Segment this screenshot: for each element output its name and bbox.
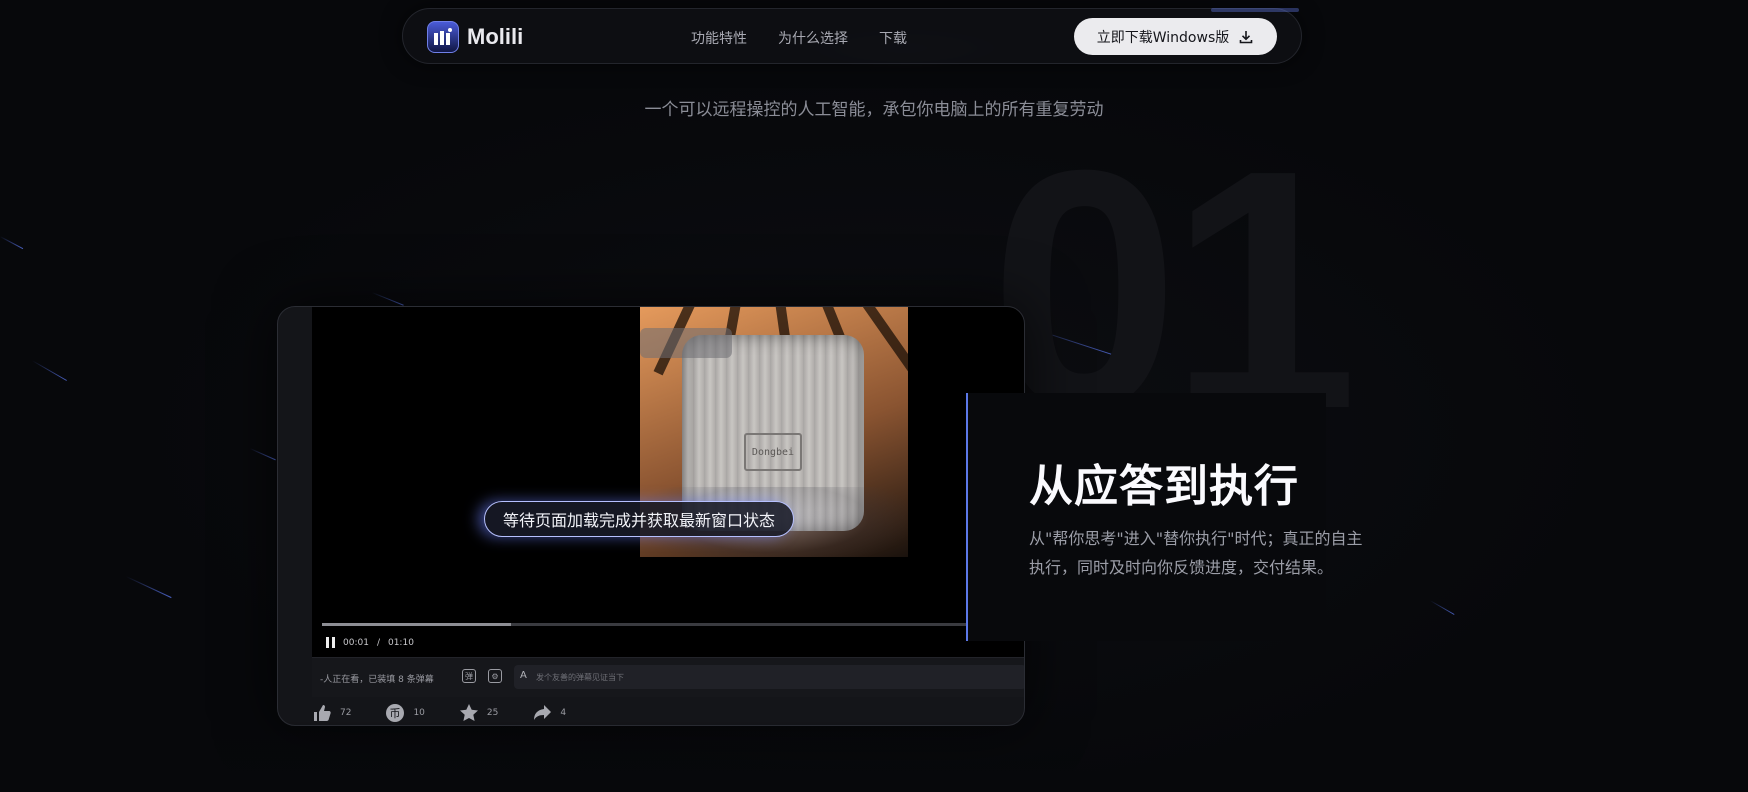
page: 01 一个可以远程操控的人工智能，承包你电脑上的所有重复劳动 Molili 功能… xyxy=(0,0,1748,792)
nav-link-why[interactable]: 为什么选择 xyxy=(778,28,848,48)
nav-links: 功能特性 为什么选择 下载 xyxy=(691,28,907,48)
molili-logo-icon xyxy=(427,21,459,53)
coin-count: 10 xyxy=(413,708,425,718)
danmaku-placeholder: 发个友善的弹幕见证当下 xyxy=(536,672,624,682)
feature-panel xyxy=(966,393,1326,641)
time-total: 01:10 xyxy=(387,637,414,648)
light-streak xyxy=(0,236,24,250)
time-current: 00:01 xyxy=(343,637,369,648)
like-count: 72 xyxy=(340,708,352,718)
brand-name: Molili xyxy=(467,24,524,49)
feature-title: 从应答到执行 xyxy=(1029,461,1299,512)
share-count: 4 xyxy=(560,708,567,718)
svg-text:币: 币 xyxy=(390,707,401,720)
video-caption: 等待页面加载完成并获取最新窗口状态 xyxy=(484,501,795,537)
light-streak xyxy=(1429,600,1455,615)
download-windows-button[interactable]: 立即下载Windows版 xyxy=(1074,18,1277,55)
case-label: Dongbei xyxy=(744,433,802,471)
light-streak xyxy=(31,360,67,381)
overlay-pill xyxy=(640,328,732,358)
danmaku-settings-icon[interactable]: ⚙ xyxy=(488,669,502,683)
demo-video-card: Dongbei 等待页面加载完成并获取最新窗口状态 00:01 / 01:10 … xyxy=(277,306,1025,726)
viewer-count: -人正在看，已装填 8 条弹幕 xyxy=(320,675,434,685)
download-icon xyxy=(1239,30,1253,43)
top-navbar: Molili 功能特性 为什么选择 下载 立即下载Windows版 xyxy=(402,8,1302,64)
download-button-label: 立即下载Windows版 xyxy=(1096,29,1230,46)
hero-subtitle: 一个可以远程操控的人工智能，承包你电脑上的所有重复劳动 xyxy=(644,100,1104,120)
video-player[interactable]: Dongbei 等待页面加载完成并获取最新窗口状态 00:01 / 01:10 xyxy=(312,307,1024,657)
text-style-icon[interactable]: A xyxy=(520,670,527,681)
bottom-fade xyxy=(0,720,1748,792)
pause-icon[interactable] xyxy=(326,637,335,648)
video-progress-fill xyxy=(322,623,511,626)
danmaku-toggle-icon[interactable]: 弹 xyxy=(462,669,476,683)
feature-description: 从"帮你思考"进入"替你执行"时代；真正的自主执行，同时及时向你反馈进度，交付结… xyxy=(1029,529,1363,577)
nav-glow xyxy=(1211,8,1299,12)
logo[interactable]: Molili xyxy=(427,21,523,53)
nav-link-features[interactable]: 功能特性 xyxy=(691,28,747,48)
favorite-count: 25 xyxy=(486,708,499,718)
light-streak xyxy=(249,448,276,461)
nav-link-download[interactable]: 下载 xyxy=(879,28,907,48)
time-separator: / xyxy=(376,637,380,648)
light-streak xyxy=(371,292,404,306)
danmaku-input[interactable]: A 发个友善的弹幕见证当下 xyxy=(514,665,1024,689)
light-streak xyxy=(125,576,172,599)
video-controls: 00:01 / 01:10 xyxy=(326,637,414,648)
video-progress-bar[interactable] xyxy=(322,623,972,626)
danmaku-bar: -人正在看，已装填 8 条弹幕 弹 ⚙ A 发个友善的弹幕见证当下 xyxy=(312,657,1024,697)
